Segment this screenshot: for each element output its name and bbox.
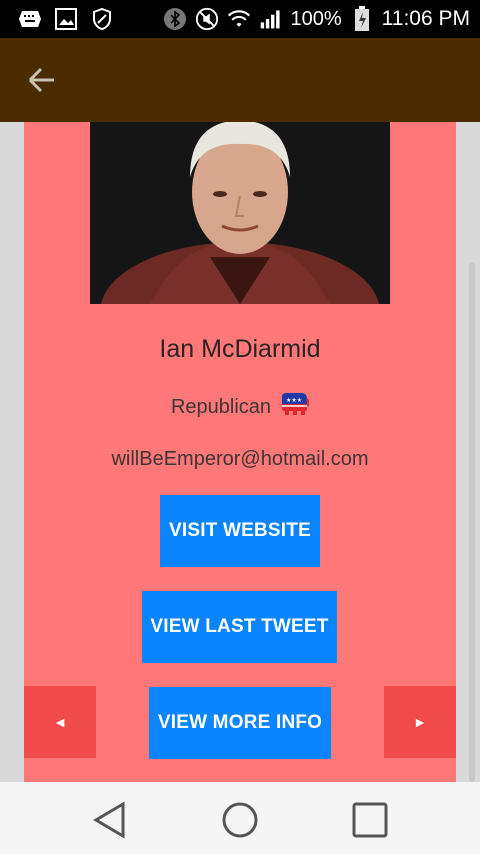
status-bar-left-icons [18, 7, 114, 31]
party-row: Republican ★★★ [24, 392, 456, 421]
app-bar [0, 38, 480, 122]
politician-name: Ian McDiarmid [159, 335, 321, 363]
image-icon [54, 7, 78, 31]
arrow-back-icon[interactable] [26, 66, 58, 94]
status-bar-right-icons: 100% 11:06 PM [163, 6, 470, 32]
system-navigation-bar [0, 782, 480, 854]
profile-card: Ian McDiarmid Republican ★★★ willBeEmper… [24, 122, 456, 782]
keyboard-icon [18, 7, 42, 31]
visit-website-button[interactable]: VISIT WEBSITE [160, 495, 320, 567]
svg-text:★★★: ★★★ [286, 397, 302, 404]
scrollbar[interactable] [469, 262, 475, 782]
recents-square-icon[interactable] [350, 800, 390, 840]
view-last-tweet-button[interactable]: VIEW LAST TWEET [142, 591, 337, 663]
clock-time: 11:06 PM [381, 7, 470, 30]
view-more-info-button[interactable]: VIEW MORE INFO [149, 687, 331, 759]
next-button[interactable]: ► [384, 686, 456, 758]
republican-elephant-icon: ★★★ [279, 392, 310, 421]
right-arrow-icon: ► [413, 714, 427, 730]
signal-icon [259, 7, 283, 31]
profile-photo [90, 122, 390, 304]
bluetooth-icon [163, 7, 187, 31]
battery-charging-icon [350, 6, 374, 31]
shield-icon [90, 7, 114, 31]
home-circle-icon[interactable] [220, 800, 260, 840]
wifi-icon [227, 7, 251, 31]
party-label: Republican [170, 395, 272, 418]
left-arrow-icon: ◄ [53, 714, 67, 730]
back-triangle-icon[interactable] [90, 800, 130, 840]
status-bar: 100% 11:06 PM [0, 0, 480, 38]
mute-icon [195, 7, 219, 31]
email-address: willBeEmperor@hotmail.com [111, 448, 369, 470]
battery-percent: 100% [290, 8, 342, 30]
previous-button[interactable]: ◄ [24, 686, 96, 758]
